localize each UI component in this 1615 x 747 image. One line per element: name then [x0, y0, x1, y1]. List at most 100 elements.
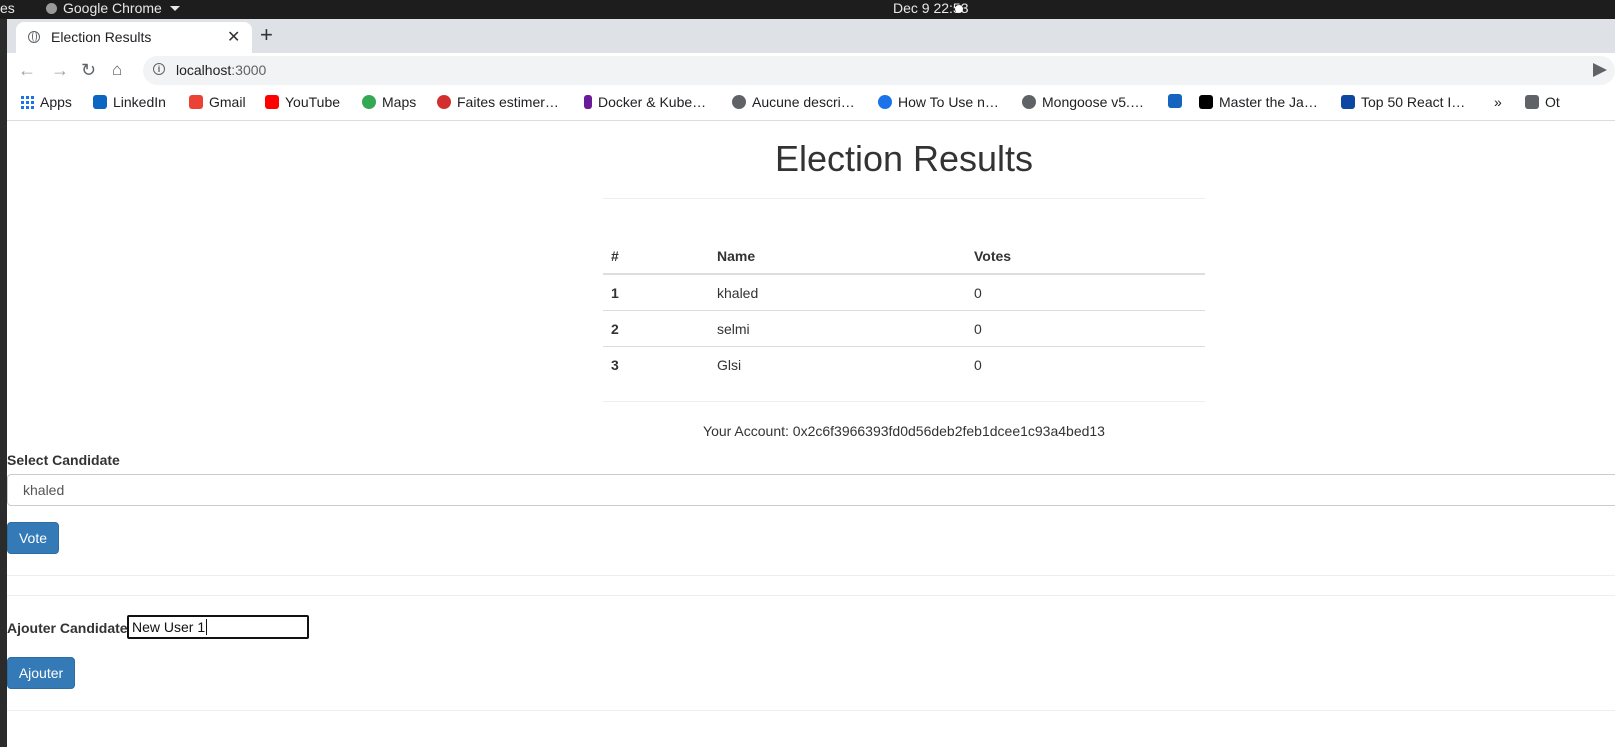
- bookmark-label: Master the Ja…: [1219, 94, 1318, 110]
- bookmark-label: Docker & Kube…: [598, 94, 707, 110]
- bookmark-home-site[interactable]: [1168, 94, 1182, 108]
- new-tab-button[interactable]: +: [260, 24, 273, 46]
- app-name: Google Chrome: [63, 0, 162, 16]
- row-votes: 0: [966, 346, 1205, 382]
- app-menu[interactable]: Google Chrome: [46, 0, 180, 17]
- bookmark-top50-react[interactable]: Top 50 React I…: [1341, 94, 1465, 110]
- row-number: 3: [603, 346, 709, 382]
- os-top-bar: es Google Chrome Dec 9 22:53: [0, 0, 1615, 19]
- row-name: Glsi: [709, 346, 966, 382]
- bookmark-youtube[interactable]: YouTube: [265, 94, 340, 110]
- divider: [603, 401, 1205, 402]
- bookmark-howto[interactable]: How To Use n…: [878, 94, 999, 110]
- caret-down-icon: [169, 6, 180, 11]
- candidate-name-input-value: New User 1: [132, 619, 206, 635]
- table-header-row: # Name Votes: [603, 238, 1205, 275]
- bookmark-faites[interactable]: Faites estimer…: [437, 94, 559, 110]
- url-host: localhost: [176, 62, 232, 78]
- row-name: selmi: [709, 310, 966, 347]
- send-icon[interactable]: [1593, 63, 1607, 77]
- forward-icon[interactable]: →: [51, 60, 69, 80]
- table-row: 3 Glsi 0: [603, 346, 1205, 382]
- table-row: 1 khaled 0: [603, 273, 1205, 311]
- docker-icon: [584, 95, 592, 109]
- select-candidate-label: Select Candidate: [7, 452, 120, 468]
- bookmark-apps[interactable]: Apps: [21, 94, 72, 110]
- bookmark-label: LinkedIn: [113, 94, 166, 110]
- bookmark-mongoose[interactable]: Mongoose v5.…: [1022, 94, 1144, 110]
- reload-icon[interactable]: ↻: [81, 60, 96, 80]
- bookmark-other[interactable]: Ot: [1525, 94, 1560, 110]
- bookmark-label: Mongoose v5.…: [1042, 94, 1144, 110]
- bookmark-label: Maps: [382, 94, 417, 110]
- candidate-select-value: khaled: [23, 482, 65, 498]
- home-site-icon: [1168, 94, 1182, 108]
- notification-dot-icon: [955, 5, 963, 13]
- candidate-select[interactable]: khaled: [7, 474, 1615, 506]
- globe-icon: [1022, 95, 1036, 109]
- maps-icon: [362, 95, 376, 109]
- close-tab-icon[interactable]: ✕: [227, 27, 240, 47]
- bookmark-label: Top 50 React I…: [1361, 94, 1466, 110]
- divider: [7, 595, 1615, 596]
- add-candidate-button[interactable]: Ajouter: [7, 657, 75, 689]
- table-row: 2 selmi 0: [603, 310, 1205, 347]
- bookmark-label: Ot: [1545, 94, 1560, 110]
- browser-toolbar: ← → ↻ ⌂ i localhost:3000: [7, 53, 1615, 88]
- candidate-name-input[interactable]: New User 1: [127, 615, 309, 639]
- gmail-icon: [189, 95, 203, 109]
- faites-icon: [437, 95, 451, 109]
- row-name: khaled: [709, 273, 966, 311]
- bookmark-label: YouTube: [285, 94, 341, 110]
- tab-election-results[interactable]: Election Results ✕: [16, 22, 252, 53]
- row-votes: 0: [966, 273, 1205, 311]
- url-text: localhost:3000: [176, 62, 266, 78]
- bookmark-label: Apps: [40, 94, 72, 110]
- bookmark-label: Faites estimer…: [457, 94, 559, 110]
- bookmark-label: Gmail: [209, 94, 246, 110]
- globe-icon: [732, 95, 746, 109]
- chrome-icon: [46, 3, 57, 14]
- bookmark-gmail[interactable]: Gmail: [189, 94, 246, 110]
- bookmarks-bar: Apps LinkedIn Gmail YouTube Maps Faites …: [7, 88, 1615, 121]
- header-name: Name: [709, 238, 966, 275]
- edureka-icon: [1341, 95, 1355, 109]
- youtube-icon: [265, 95, 279, 109]
- divider: [7, 575, 1615, 576]
- vote-button[interactable]: Vote: [7, 522, 59, 554]
- bookmark-aucune[interactable]: Aucune descri…: [732, 94, 855, 110]
- bookmark-docker[interactable]: Docker & Kube…: [584, 94, 706, 110]
- more-bookmarks-button[interactable]: »: [1494, 94, 1502, 110]
- howto-icon: [878, 95, 892, 109]
- back-icon[interactable]: ←: [18, 60, 36, 80]
- bookmark-maps[interactable]: Maps: [362, 94, 416, 110]
- divider: [7, 710, 1615, 711]
- bookmark-master-ja[interactable]: Master the Ja…: [1199, 94, 1318, 110]
- text-cursor: [206, 619, 208, 635]
- tab-strip: Election Results ✕ +: [7, 19, 1615, 53]
- dock-strip: [0, 19, 7, 747]
- bookmark-linkedin[interactable]: LinkedIn: [93, 94, 166, 110]
- medium-icon: [1199, 95, 1213, 109]
- row-number: 2: [603, 310, 709, 347]
- activities-label[interactable]: es: [0, 0, 15, 17]
- folder-icon: [1525, 95, 1539, 109]
- home-icon[interactable]: ⌂: [112, 60, 122, 80]
- more-bookmarks-icon: »: [1494, 94, 1502, 110]
- globe-icon: [28, 31, 40, 43]
- row-votes: 0: [966, 310, 1205, 347]
- row-number: 1: [603, 273, 709, 311]
- tab-title: Election Results: [51, 29, 152, 45]
- header-votes: Votes: [966, 238, 1205, 275]
- account-address: Your Account: 0x2c6f3966393fd0d56deb2feb…: [703, 423, 1105, 439]
- divider: [603, 198, 1205, 199]
- apps-grid-icon: [21, 95, 34, 109]
- url-port: :3000: [231, 62, 267, 78]
- address-bar[interactable]: i localhost:3000: [143, 56, 1615, 85]
- bookmark-label: Aucune descri…: [752, 94, 855, 110]
- linkedin-icon: [93, 95, 107, 109]
- page-title: Election Results: [774, 138, 1034, 179]
- page-content: Election Results # Name Votes 1 khaled 0…: [7, 121, 1615, 747]
- site-info-icon[interactable]: i: [153, 63, 165, 75]
- bookmark-label: How To Use n…: [898, 94, 999, 110]
